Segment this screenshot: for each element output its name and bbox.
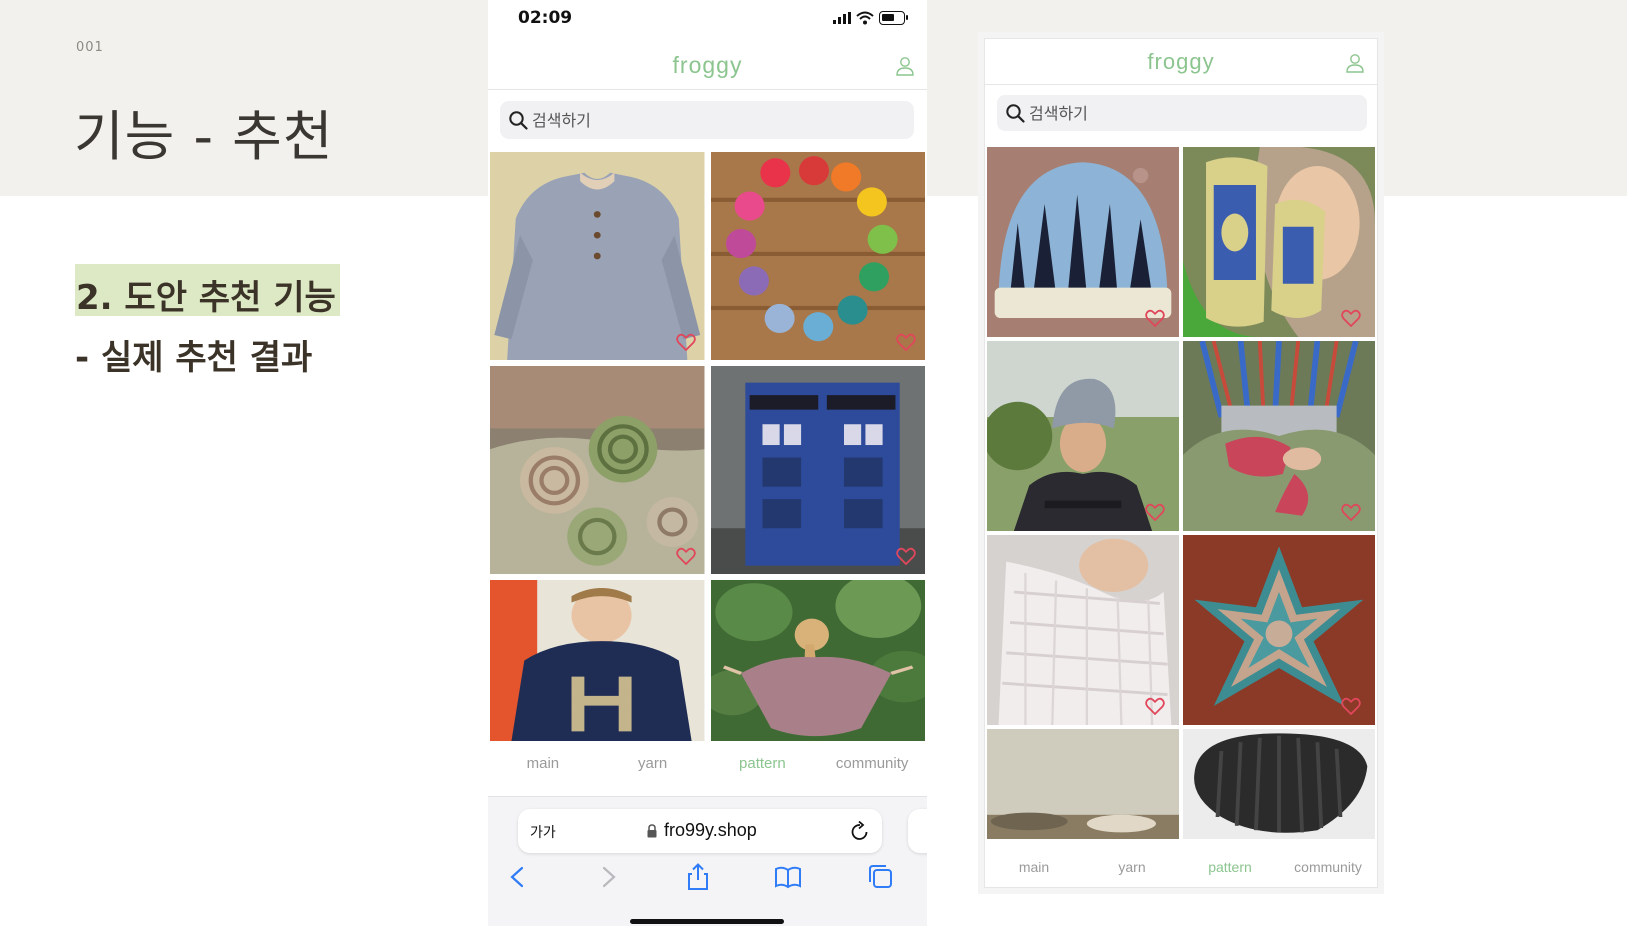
ribbed-black-hat-image <box>1183 729 1375 839</box>
tab-main[interactable]: main <box>985 859 1083 889</box>
search-input[interactable] <box>532 101 902 139</box>
tab-yarn[interactable]: yarn <box>1083 859 1181 889</box>
spiral-blanket-image <box>490 366 705 574</box>
user-icon[interactable] <box>895 56 915 76</box>
app-logo[interactable]: froggy <box>488 52 927 79</box>
pattern-grid <box>490 152 925 741</box>
section-label: 2. 도안 추천 기능 <box>75 264 340 318</box>
forward-icon[interactable] <box>594 863 622 891</box>
phone-mockup: 02:09 froggy 검색하기 main yarn pattern comm… <box>488 0 927 926</box>
text-size-button[interactable]: 가가 <box>530 822 556 842</box>
pattern-card[interactable] <box>1183 729 1375 839</box>
heart-icon[interactable] <box>1145 697 1165 715</box>
pattern-card[interactable] <box>710 366 925 574</box>
pattern-card[interactable] <box>490 580 705 741</box>
pattern-card[interactable] <box>710 152 925 360</box>
pattern-card[interactable] <box>710 580 925 741</box>
app-header: froggy <box>985 39 1377 85</box>
tab-yarn[interactable]: yarn <box>598 755 708 789</box>
heart-icon[interactable] <box>675 547 696 565</box>
pattern-grid <box>987 147 1375 839</box>
tab-pattern[interactable]: pattern <box>1181 859 1279 889</box>
section-subtitle: - 실제 추천 결과 <box>75 338 313 378</box>
tabs-icon[interactable] <box>866 863 894 891</box>
reload-icon[interactable] <box>850 820 870 842</box>
tab-pattern[interactable]: pattern <box>708 755 818 789</box>
search-bar <box>500 101 914 139</box>
search-bar <box>997 95 1367 131</box>
heart-icon[interactable] <box>1341 697 1361 715</box>
back-icon[interactable] <box>504 863 532 891</box>
home-indicator <box>630 919 784 924</box>
grey-lace-cardigan-image <box>490 152 705 360</box>
signal-icon <box>833 12 851 24</box>
lock-icon <box>647 824 657 838</box>
app-logo[interactable]: froggy <box>985 49 1377 75</box>
heart-icon[interactable] <box>1145 309 1165 327</box>
url-text: fro99y.shop <box>664 820 757 840</box>
pattern-card[interactable] <box>987 341 1179 531</box>
battery-icon <box>879 11 908 25</box>
slide-number: 001 <box>76 40 104 55</box>
tab-community[interactable]: community <box>817 755 927 789</box>
heart-icon[interactable] <box>1145 503 1165 521</box>
pattern-card[interactable] <box>987 535 1179 725</box>
status-bar: 02:09 <box>488 0 927 36</box>
pattern-card[interactable] <box>1183 535 1375 725</box>
tab-bar: main yarn pattern community <box>488 755 927 789</box>
web-page: froggy 검색하기 main yarn pattern community <box>984 38 1378 888</box>
pattern-card[interactable] <box>1183 147 1375 337</box>
tab-community[interactable]: community <box>1279 859 1377 889</box>
h-letter-sweater-image <box>490 580 705 741</box>
heart-icon[interactable] <box>896 333 916 351</box>
tab-bar: main yarn pattern community <box>985 859 1377 889</box>
app-header: froggy <box>488 40 927 90</box>
pattern-card[interactable] <box>1183 341 1375 531</box>
search-icon <box>1006 104 1025 123</box>
heart-icon[interactable] <box>1341 503 1361 521</box>
web-mockup: froggy 검색하기 main yarn pattern community <box>978 32 1384 894</box>
next-tab-edge[interactable] <box>908 809 927 853</box>
pattern-card[interactable] <box>490 152 705 360</box>
rainbow-knit-bunnies-image <box>710 152 925 360</box>
police-box-knit-image <box>710 366 925 574</box>
pattern-card[interactable] <box>987 147 1179 337</box>
search-input[interactable] <box>1029 95 1359 131</box>
tab-main[interactable]: main <box>488 755 598 789</box>
slide-title: 기능 - 추천 <box>74 105 334 168</box>
browser-toolbar: 가가 fro99y.shop <box>488 796 927 926</box>
wifi-icon <box>856 11 874 25</box>
heart-icon[interactable] <box>1341 309 1361 327</box>
pattern-card[interactable] <box>987 729 1179 839</box>
heart-icon[interactable] <box>896 547 916 565</box>
knit-baby-blanket-image <box>987 729 1179 839</box>
search-icon <box>509 111 528 130</box>
heart-icon[interactable] <box>675 333 696 351</box>
address-bar[interactable]: 가가 fro99y.shop <box>518 809 882 853</box>
lace-shawl-girl-image <box>710 580 925 741</box>
share-icon[interactable] <box>684 863 712 891</box>
pattern-card[interactable] <box>490 366 705 574</box>
bookmarks-icon[interactable] <box>774 863 802 891</box>
status-time: 02:09 <box>518 8 573 28</box>
user-icon[interactable] <box>1345 53 1365 73</box>
